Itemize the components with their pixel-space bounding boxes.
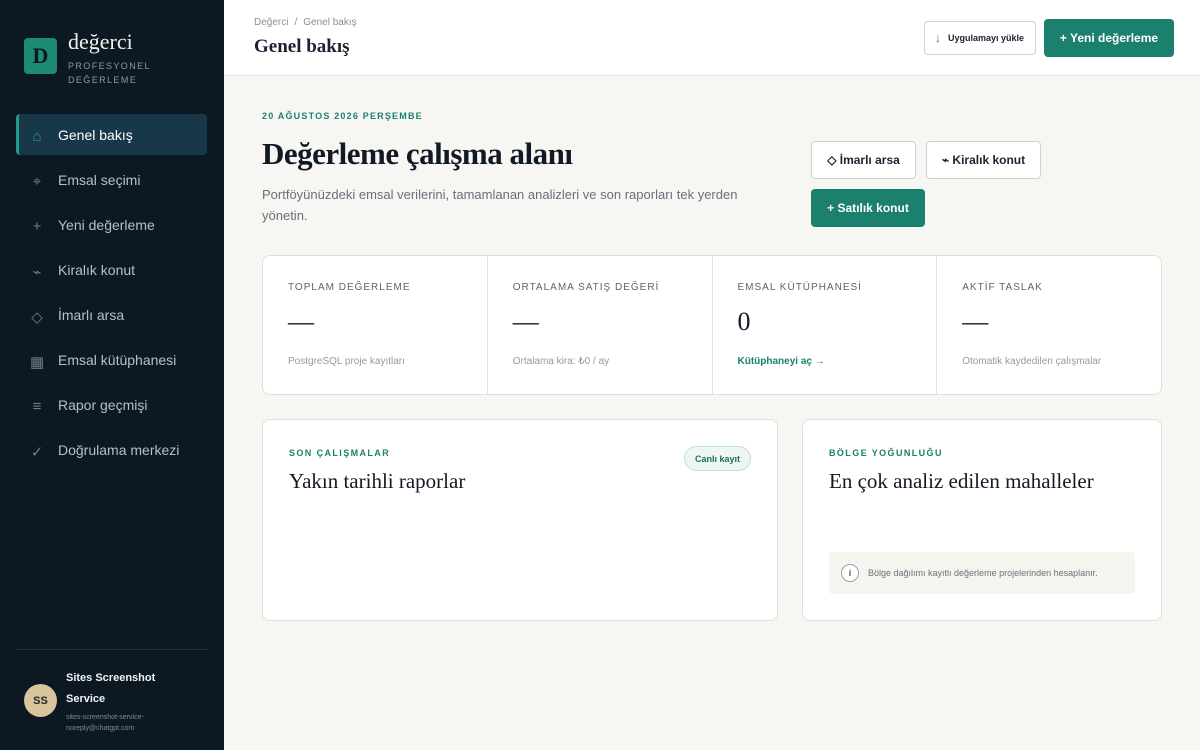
info-icon: i — [841, 564, 859, 582]
stat-comparable-library: EMSAL KÜTÜPHANESİ 0 Kütüphaneyi aç → — [713, 256, 938, 394]
avatar: SS — [24, 684, 57, 717]
sidebar-item-label: İmarlı arsa — [58, 306, 125, 323]
stats-card: TOPLAM DEĞERLEME — PostgreSQL proje kayı… — [262, 255, 1162, 395]
stat-label: AKTİF TASLAK — [962, 282, 1043, 293]
sidebar-item-rapor-gecmisi[interactable]: ≡ Rapor geçmişi — [16, 384, 207, 425]
stat-value: — — [962, 307, 989, 336]
user-email: sites-screenshot-service-noreply@chatgpt… — [66, 714, 144, 732]
breadcrumb-separator: / — [294, 17, 298, 28]
info-text: Bölge dağılımı kayıtlı değerleme projele… — [868, 568, 1098, 578]
stat-active-drafts: AKTİF TASLAK — Otomatik kaydedilen çalış… — [937, 256, 1161, 394]
diamond-icon: ◇ — [31, 308, 43, 326]
check-icon: ✓ — [30, 443, 44, 461]
download-icon: ↓ — [935, 31, 941, 45]
sidebar: D değerci PROFESYONEL DEĞERLEME ⌂ Genel … — [0, 0, 224, 750]
stat-total-valuations: TOPLAM DEĞERLEME — PostgreSQL proje kayı… — [263, 256, 488, 394]
plus-icon: + — [32, 218, 42, 235]
satilik-konut-button[interactable]: + Satılık konut — [811, 189, 925, 227]
sidebar-item-genel-bakis[interactable]: ⌂ Genel bakış — [16, 114, 207, 155]
user-profile[interactable]: SS Sites Screenshot Service sites-screen… — [24, 668, 176, 734]
stat-label: EMSAL KÜTÜPHANESİ — [737, 282, 862, 293]
stat-note: Ortalama kira: ₺0 / ay — [512, 356, 610, 367]
brand-name: değerci — [68, 29, 133, 54]
brand[interactable]: D değerci PROFESYONEL DEĞERLEME — [24, 30, 158, 87]
current-date: 20 AĞUSTOS 2026 PERŞEMBE — [262, 111, 423, 121]
recent-reports-panel: SON ÇALIŞMALAR Yakın tarihli raporlar Ca… — [262, 419, 778, 621]
grid-icon: ▦ — [30, 353, 45, 371]
stat-label: ORTALAMA SATIŞ DEĞERİ — [512, 282, 660, 293]
open-library-link[interactable]: Kütüphaneyi aç → — [738, 356, 825, 367]
panel-title: Yakın tarihli raporlar — [289, 469, 466, 493]
stat-value: 0 — [737, 307, 751, 336]
stat-label: TOPLAM DEĞERLEME — [288, 282, 411, 293]
live-badge: Canlı kayıt — [683, 446, 751, 471]
stat-note: PostgreSQL proje kayıtları — [288, 356, 405, 367]
sidebar-item-dogrulama-merkezi[interactable]: ✓ Doğrulama merkezi — [16, 429, 207, 470]
sidebar-item-label: Doğrulama merkezi — [58, 441, 180, 458]
stat-value: — — [512, 307, 539, 336]
key-icon: ⌁ — [32, 263, 42, 281]
panel-kicker: BÖLGE YOĞUNLUĞU — [829, 448, 943, 458]
sidebar-item-imarli-arsa[interactable]: ◇ İmarlı arsa — [16, 294, 207, 335]
breadcrumb-current: Genel bakış — [303, 17, 357, 28]
sidebar-item-label: Yeni değerleme — [58, 216, 155, 233]
sidebar-item-label: Kiralık konut — [58, 261, 136, 278]
breadcrumb: Değerci / Genel bakış — [254, 17, 357, 28]
sidebar-item-label: Genel bakış — [58, 126, 133, 143]
imarli-arsa-button[interactable]: ◇ İmarlı arsa — [811, 141, 916, 179]
sidebar-divider — [16, 649, 207, 650]
topbar: Değerci / Genel bakış Genel bakış ↓ Uygula… — [224, 0, 1200, 76]
new-valuation-button[interactable]: + Yeni değerleme — [1044, 19, 1174, 57]
home-icon: ⌂ — [32, 128, 42, 145]
stat-note: Otomatik kaydedilen çalışmalar — [962, 356, 1102, 367]
stat-value: — — [288, 307, 314, 336]
page-title: Genel bakış — [254, 36, 350, 57]
sidebar-item-label: Rapor geçmişi — [58, 396, 148, 413]
sidebar-item-yeni-degerleme[interactable]: + Yeni değerleme — [16, 204, 207, 245]
install-app-button[interactable]: ↓ Uygulamayı yükle — [924, 21, 1036, 55]
workspace-title: Değerleme çalışma alanı — [262, 136, 573, 171]
panel-title: En çok analiz edilen mahalleler — [829, 469, 1094, 493]
region-density-panel: BÖLGE YOĞUNLUĞU En çok analiz edilen mah… — [802, 419, 1162, 621]
target-icon: ⌖ — [32, 173, 42, 190]
sidebar-item-emsal-secimi[interactable]: ⌖ Emsal seçimi — [16, 159, 207, 200]
brand-subtitle: PROFESYONEL DEĞERLEME — [68, 61, 151, 85]
sidebar-item-emsal-kutuphanesi[interactable]: ▦ Emsal kütüphanesi — [16, 339, 207, 380]
panel-kicker: SON ÇALIŞMALAR — [289, 448, 391, 458]
kiralik-konut-button[interactable]: ⌁ Kiralık konut — [926, 141, 1041, 179]
sidebar-item-label: Emsal kütüphanesi — [58, 351, 177, 368]
list-icon: ≡ — [32, 398, 42, 415]
stat-average-sale-value: ORTALAMA SATIŞ DEĞERİ — Ortalama kira: ₺… — [488, 256, 713, 394]
logo: D — [24, 38, 57, 74]
info-box: i Bölge dağılımı kayıtlı değerleme proje… — [829, 552, 1135, 594]
sidebar-nav: ⌂ Genel bakış ⌖ Emsal seçimi + Yeni değe… — [16, 114, 207, 474]
user-name: Sites Screenshot Service — [66, 672, 156, 705]
sidebar-item-kiralik-konut[interactable]: ⌁ Kiralık konut — [16, 249, 207, 290]
workspace-description: Portföyünüzdeki emsal verilerini, tamaml… — [262, 187, 738, 223]
breadcrumb-root[interactable]: Değerci — [254, 17, 288, 28]
install-app-label: Uygulamayı yükle — [948, 33, 1025, 43]
sidebar-item-label: Emsal seçimi — [58, 171, 141, 188]
